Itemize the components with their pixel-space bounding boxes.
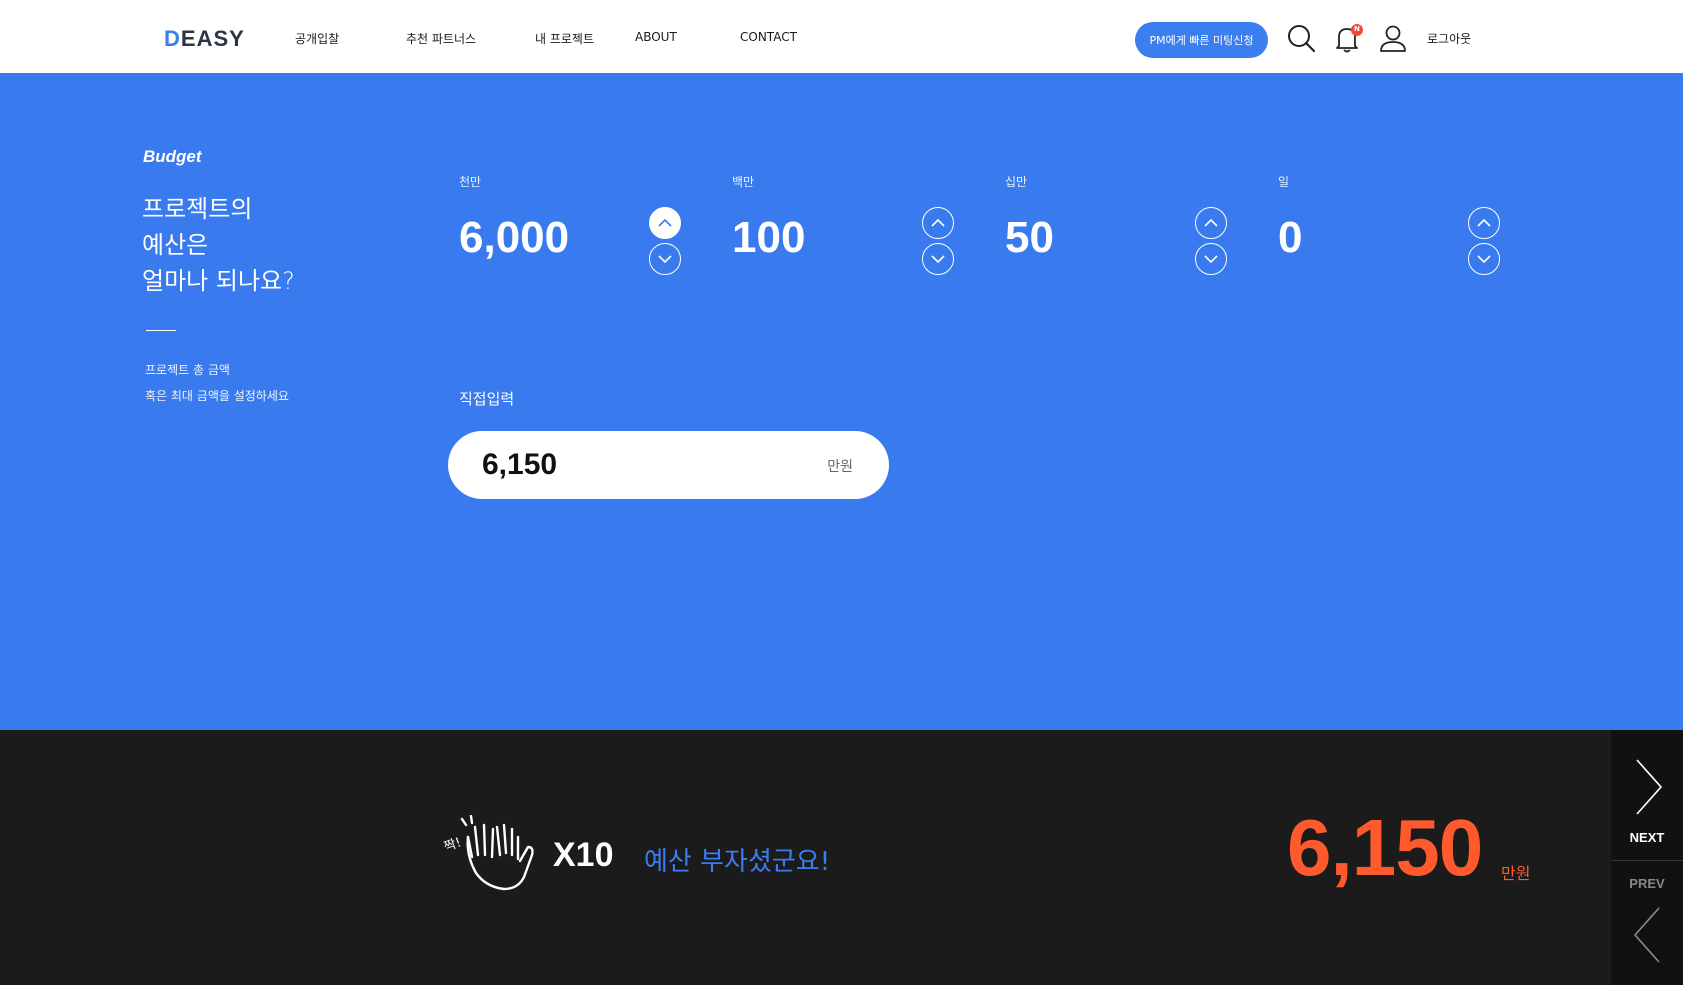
decrease-button[interactable] (649, 243, 681, 275)
logo[interactable]: DEASY (164, 26, 245, 52)
description-line-1: 프로젝트 총 금액 (145, 363, 230, 377)
logo-text: EASY (180, 26, 245, 51)
digit-value: 50 (1005, 213, 1054, 262)
decrease-button[interactable] (1468, 243, 1500, 275)
decrease-button[interactable] (1195, 243, 1227, 275)
digit-value: 6,000 (459, 213, 570, 262)
digit-unit: 일 0 (1278, 173, 1528, 283)
direct-input-label: 직접입력 (459, 390, 515, 408)
budget-question: 프로젝트의 예산은 얼마나 되나요? (142, 191, 295, 299)
chevron-down-icon (1204, 255, 1218, 264)
chevron-down-icon (1477, 255, 1491, 264)
digit-million: 백만 100 (732, 173, 982, 283)
step-pager: NEXT PREV (1611, 730, 1683, 985)
chevron-up-icon (1204, 218, 1218, 227)
pm-meeting-button[interactable]: PM에게 빠른 미팅신청 (1135, 22, 1268, 58)
next-label: NEXT (1629, 830, 1665, 845)
nav-recommended-partners[interactable]: 추천 파트너스 (406, 30, 476, 47)
digit-ten-million: 천만 6,000 (459, 173, 709, 283)
direct-budget-input[interactable] (482, 431, 782, 499)
chevron-up-icon (658, 218, 672, 227)
praise-message: 예산 부자셨군요! (644, 847, 831, 877)
chevron-down-icon (931, 255, 945, 264)
total-budget-unit: 만원 (1501, 864, 1531, 883)
header: DEASY 공개입찰 추천 파트너스 내 프로젝트 ABOUT CONTACT … (0, 0, 1683, 73)
budget-section: Budget 프로젝트의 예산은 얼마나 되나요? 프로젝트 총 금액 혹은 최… (0, 73, 1683, 730)
clap-text: 짝! (442, 835, 463, 855)
increase-button[interactable] (922, 207, 954, 239)
logout-link[interactable]: 로그아웃 (1427, 30, 1471, 47)
next-button[interactable]: NEXT (1611, 730, 1683, 857)
chevron-left-icon (1633, 907, 1660, 963)
prev-button[interactable]: PREV (1611, 862, 1683, 985)
logo-accent: D (164, 26, 181, 51)
nav-about[interactable]: ABOUT (635, 30, 677, 44)
search-icon[interactable] (1283, 20, 1319, 56)
bell-icon[interactable]: N (1329, 20, 1365, 56)
clapping-hands-icon: 짝! (442, 815, 534, 891)
prev-label: PREV (1629, 876, 1665, 891)
increase-button[interactable] (1468, 207, 1500, 239)
decrease-button[interactable] (922, 243, 954, 275)
summary-bar: 짝! X10 예산 부자셨군요! 6,150 만원 (0, 730, 1683, 985)
digit-label: 백만 (732, 175, 755, 189)
user-icon[interactable] (1375, 20, 1411, 56)
divider (146, 330, 176, 331)
chevron-down-icon (658, 255, 672, 264)
chevron-up-icon (931, 218, 945, 227)
pager-divider (1611, 860, 1683, 861)
digit-hundred-thousand: 십만 50 (1005, 173, 1255, 283)
multiplier-text: X10 (553, 836, 614, 874)
direct-input-box: 만원 (448, 431, 889, 499)
nav-public-bid[interactable]: 공개입찰 (295, 30, 339, 47)
increase-button[interactable] (1195, 207, 1227, 239)
chevron-up-icon (1477, 218, 1491, 227)
question-line-3: 얼마나 되나요? (142, 267, 295, 295)
digit-label: 천만 (459, 175, 482, 189)
nav-my-projects[interactable]: 내 프로젝트 (535, 30, 594, 47)
notification-badge: N (1354, 25, 1360, 33)
digit-label: 일 (1278, 175, 1290, 189)
budget-description: 프로젝트 총 금액 혹은 최대 금액을 설정하세요 (145, 357, 289, 409)
digit-value: 100 (732, 213, 806, 262)
total-budget-value: 6,150 (1287, 803, 1483, 892)
question-line-2: 예산은 (142, 231, 209, 259)
digit-label: 십만 (1005, 175, 1028, 189)
budget-label: Budget (143, 147, 202, 166)
nav-contact[interactable]: CONTACT (740, 30, 797, 44)
description-line-2: 혹은 최대 금액을 설정하세요 (145, 389, 289, 403)
digit-value: 0 (1278, 213, 1303, 262)
increase-button[interactable] (649, 207, 681, 239)
direct-input-unit: 만원 (827, 459, 853, 475)
question-line-1: 프로젝트의 (142, 195, 253, 223)
chevron-right-icon (1636, 759, 1663, 815)
